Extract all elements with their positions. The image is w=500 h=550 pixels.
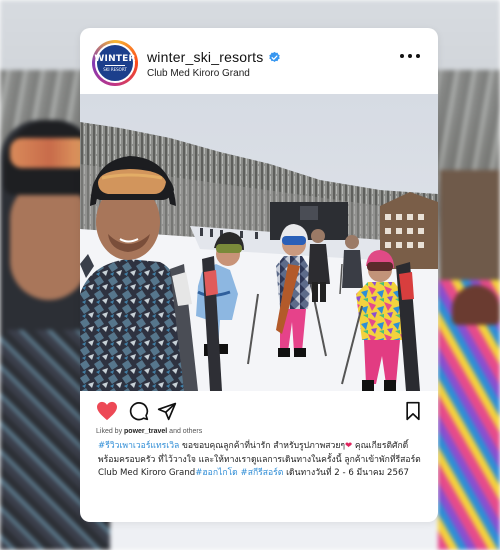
caption-text: เดินทางวันที่ 2 - 6 มีนาคม 2567 <box>283 468 409 479</box>
liked-by-prefix: Liked by <box>96 428 123 435</box>
verified-badge-icon <box>269 51 281 62</box>
hashtag[interactable]: #รีวิวเพาเวอร์แทรเวิล <box>98 441 179 451</box>
post-caption: #รีวิวเพาเวอร์แทรเวิล ขอขอบคุณลูกค้าที่น… <box>98 440 426 481</box>
logo-text: WINTER <box>94 53 136 64</box>
comment-icon[interactable] <box>128 401 150 421</box>
heart-icon[interactable] <box>96 401 118 421</box>
bookmark-icon[interactable] <box>402 401 424 421</box>
caption-text: ขอขอบคุณลูกค้าที่น่ารัก สำหรับรูปภาพสวยๆ <box>179 441 345 451</box>
username[interactable]: winter_ski_resorts <box>147 49 263 65</box>
hashtag[interactable]: #ฮอกไกโด <box>195 468 238 478</box>
post-location[interactable]: Club Med Kiroro Grand <box>147 68 250 79</box>
post-actions <box>80 391 438 427</box>
post-header: WINTER SKI RESORT winter_ski_resorts Clu… <box>80 28 438 94</box>
resort-logo: WINTER SKI RESORT <box>94 43 136 83</box>
post-card: WINTER SKI RESORT winter_ski_resorts Clu… <box>80 28 438 522</box>
hashtag[interactable]: #สกีรีสอร์ต <box>241 468 284 478</box>
username-row: winter_ski_resorts <box>147 48 281 66</box>
liked-by-user[interactable]: power_travel <box>124 428 167 435</box>
post-photo[interactable] <box>80 94 438 391</box>
more-options-icon[interactable] <box>400 50 420 62</box>
liked-by: Liked by power_travel and others <box>96 428 202 435</box>
share-icon[interactable] <box>156 401 178 421</box>
liked-by-suffix: and others <box>169 428 203 435</box>
avatar[interactable]: WINTER SKI RESORT <box>92 40 138 86</box>
logo-subtext: SKI RESORT <box>103 66 127 72</box>
